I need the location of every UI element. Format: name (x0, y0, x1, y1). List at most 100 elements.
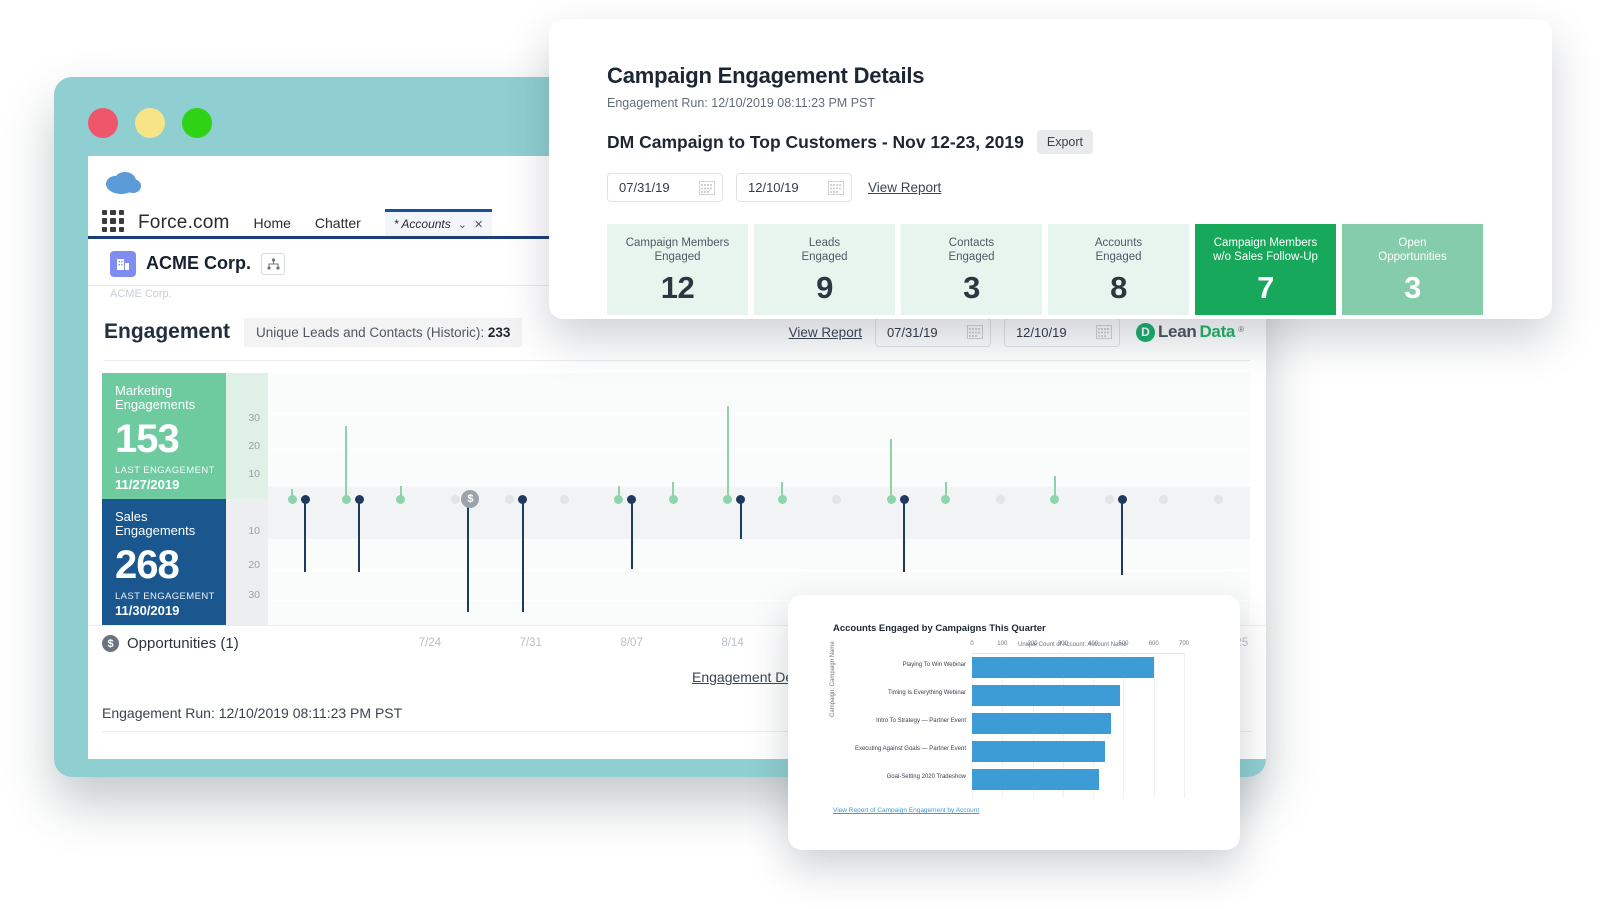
popup-campaign-name: DM Campaign to Top Customers - Nov 12-23… (607, 131, 1024, 152)
marketing-point[interactable] (832, 494, 842, 504)
close-window-button[interactable] (88, 108, 118, 138)
y-tick-bottom-30: 30 (248, 589, 260, 601)
marketing-point[interactable] (1213, 494, 1223, 504)
date-from-field[interactable]: 07/31/19 (874, 317, 991, 347)
sales-stem (1121, 499, 1124, 576)
sales-stem (739, 499, 742, 539)
minimize-window-button[interactable] (135, 108, 165, 138)
unique-leads-value: 233 (487, 324, 511, 340)
marketing-point[interactable] (1104, 494, 1114, 504)
metric-tile-1[interactable]: Campaign Members Engaged 12 (607, 224, 748, 315)
sales-point[interactable] (899, 494, 909, 504)
export-button[interactable]: Export (1036, 130, 1093, 154)
calendar-icon[interactable] (699, 180, 715, 195)
marketing-point[interactable] (614, 494, 624, 504)
page-title: ACME Corp. (146, 253, 251, 273)
marketing-point[interactable] (668, 494, 678, 504)
metric-tile-value: 7 (1257, 270, 1274, 305)
close-icon[interactable]: ✕ (474, 218, 483, 231)
marketing-last-date: 11/27/2019 (115, 477, 180, 492)
marketing-point[interactable] (396, 494, 406, 504)
bar-chart-title: Accounts Engaged by Campaigns This Quart… (833, 623, 1046, 634)
sales-point[interactable] (300, 494, 310, 504)
marketing-point[interactable] (777, 494, 787, 504)
tab-accounts-label: * Accounts (393, 217, 451, 231)
marketing-point[interactable] (559, 494, 569, 504)
calendar-icon[interactable] (966, 325, 983, 339)
bar-row[interactable]: Executing Against Goals — Partner Event (855, 741, 1184, 762)
bar-row[interactable]: Intro To Strategy — Partner Event (876, 713, 1184, 734)
metric-tile-5[interactable]: Campaign Members w/o Sales Follow-Up 7 (1195, 224, 1336, 315)
marketing-point[interactable] (723, 494, 733, 504)
marketing-label-line2: Engagements (115, 397, 196, 412)
metric-tile-label: Engaged (801, 251, 848, 263)
bar-x-tick: 100 (997, 641, 1008, 647)
metric-tile-4[interactable]: Accounts Engaged 8 (1048, 224, 1189, 315)
sales-point[interactable] (736, 494, 746, 504)
metric-tile-label: Engaged (948, 251, 995, 263)
zero-band (268, 487, 1250, 539)
bar-row[interactable]: Goal-Setting 2020 Tradeshow (887, 769, 1184, 790)
bar-rect[interactable] (972, 713, 1112, 734)
marketing-point[interactable] (886, 494, 896, 504)
marketing-point[interactable] (1159, 494, 1169, 504)
sales-point[interactable] (1117, 494, 1127, 504)
calendar-icon[interactable] (1095, 325, 1112, 339)
marketing-point[interactable] (287, 494, 297, 504)
metric-tile-3[interactable]: Contacts Engaged 3 (901, 224, 1042, 315)
marketing-point[interactable] (1050, 494, 1060, 504)
metric-tile-label: Campaign Members (1213, 237, 1318, 249)
sales-stem (903, 499, 906, 572)
leandata-data-text: Data (1199, 322, 1236, 341)
sales-point[interactable] (518, 494, 528, 504)
engagement-chart: Marketing Engagements 153 LAST ENGAGEMEN… (102, 373, 1250, 625)
app-launcher-icon[interactable] (102, 210, 124, 232)
marketing-point[interactable] (450, 494, 460, 504)
popup-date-from-field[interactable]: 07/31/19 (607, 173, 723, 202)
popup-view-report-link[interactable]: View Report (868, 180, 941, 195)
marketing-point[interactable] (505, 494, 515, 504)
bar-x-tick: 0 (970, 641, 974, 647)
screenshot-stage: Force.com Home Chatter * Accounts ⌄ ✕ AC… (0, 0, 1600, 909)
metric-tile-label: Engaged (1095, 251, 1142, 263)
date-to-value: 12/10/19 (1015, 324, 1067, 340)
metric-tile-6[interactable]: Open Opportunities 3 (1342, 224, 1483, 315)
gridline (268, 570, 1250, 571)
sales-point[interactable] (354, 494, 364, 504)
chevron-down-icon[interactable]: ⌄ (458, 218, 467, 231)
nav-item-home[interactable]: Home (254, 215, 291, 231)
bar-rect[interactable] (972, 657, 1154, 678)
popup-date-to-field[interactable]: 12/10/19 (736, 173, 852, 202)
hierarchy-icon[interactable] (261, 252, 285, 275)
metric-tile-2[interactable]: Leads Engaged 9 (754, 224, 895, 315)
tab-accounts[interactable]: * Accounts ⌄ ✕ (384, 209, 493, 236)
bar-rect[interactable] (972, 769, 1100, 790)
bar-category-label: Intro To Strategy — Partner Event (876, 718, 966, 724)
bar-rect[interactable] (972, 741, 1106, 762)
marketing-point[interactable] (941, 494, 951, 504)
bar-rect[interactable] (972, 685, 1121, 706)
nav-item-chatter[interactable]: Chatter (315, 215, 361, 231)
metric-tile-value: 8 (1110, 270, 1127, 305)
date-to-field[interactable]: 12/10/19 (1003, 317, 1120, 347)
sales-engagements-card: Sales Engagements 268 LAST ENGAGEMENT 11… (102, 499, 226, 625)
metric-tile-label: Accounts (1094, 237, 1143, 249)
date-from-value: 07/31/19 (886, 324, 938, 340)
popup-date-row: 07/31/19 12/10/19 View Report (607, 173, 1552, 202)
view-report-link[interactable]: View Report (789, 325, 862, 340)
marketing-point[interactable] (995, 494, 1005, 504)
gridline (268, 413, 1250, 414)
bar-row[interactable]: Playing To Win Webinar (903, 657, 1184, 678)
y-axis: 30 20 10 10 20 30 (226, 373, 268, 625)
sales-point[interactable] (627, 494, 637, 504)
maximize-window-button[interactable] (182, 108, 212, 138)
bar-chart-footer-link[interactable]: View Report of Campaign Engagement by Ac… (833, 807, 979, 814)
engagement-title: Engagement (104, 320, 231, 343)
calendar-icon[interactable] (828, 180, 844, 195)
x-axis-tick: 8/14 (721, 636, 744, 649)
bar-gridline (1184, 653, 1185, 798)
sales-stem (467, 499, 470, 612)
accounts-engaged-chart-popup: Accounts Engaged by Campaigns This Quart… (788, 595, 1240, 850)
bar-row[interactable]: Timing Is Everything Webinar (888, 685, 1184, 706)
marketing-point[interactable] (341, 494, 351, 504)
